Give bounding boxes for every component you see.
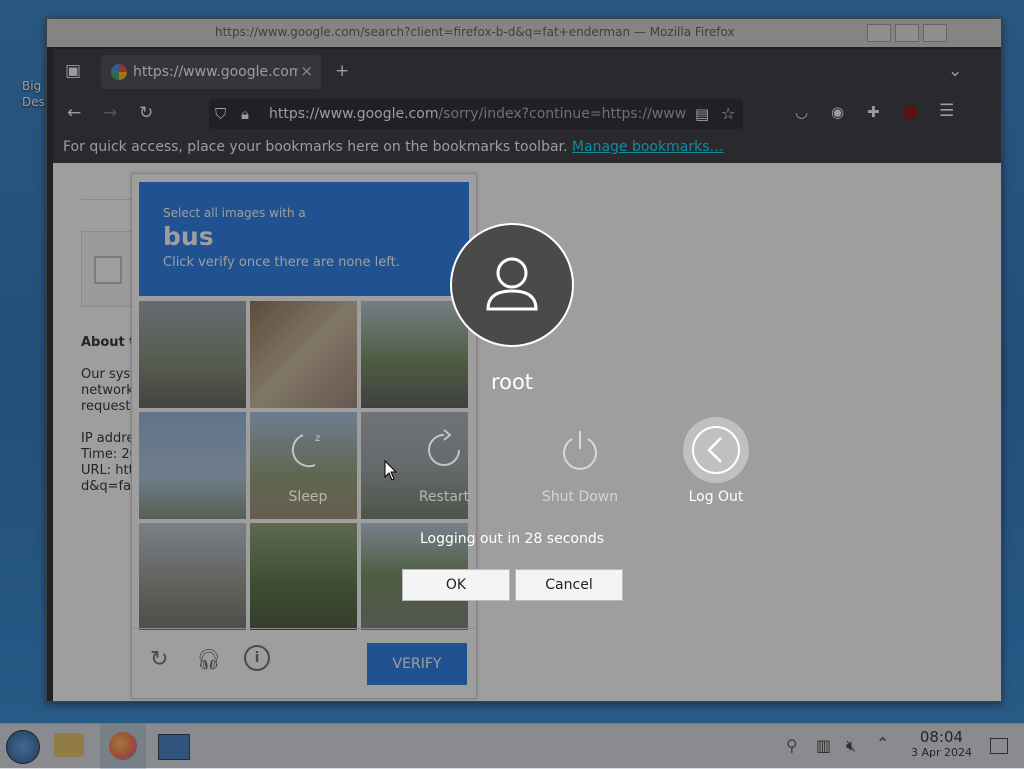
logout-icon bbox=[683, 417, 749, 483]
cancel-button[interactable]: Cancel bbox=[515, 569, 623, 601]
restart-button[interactable]: Restart bbox=[384, 425, 504, 505]
shutdown-label: Shut Down bbox=[541, 489, 619, 505]
user-name: root bbox=[490, 370, 534, 394]
power-icon bbox=[555, 425, 605, 475]
sleep-icon: z bbox=[283, 425, 333, 475]
logout-button[interactable]: Log Out bbox=[656, 417, 776, 505]
restart-label: Restart bbox=[418, 489, 470, 505]
sleep-button[interactable]: z Sleep bbox=[248, 425, 368, 505]
mouse-cursor-icon bbox=[384, 460, 398, 481]
logout-label: Log Out bbox=[688, 489, 744, 505]
ok-button[interactable]: OK bbox=[402, 569, 510, 601]
logout-countdown: Logging out in 28 seconds bbox=[419, 531, 605, 547]
svg-text:z: z bbox=[315, 433, 320, 444]
logout-overlay: root z Sleep Restart Shut Down Log Out L… bbox=[0, 0, 1024, 768]
restart-icon bbox=[419, 425, 469, 475]
sleep-label: Sleep bbox=[288, 489, 328, 505]
user-avatar bbox=[450, 223, 574, 347]
user-icon bbox=[486, 257, 538, 311]
shutdown-button[interactable]: Shut Down bbox=[520, 425, 640, 505]
